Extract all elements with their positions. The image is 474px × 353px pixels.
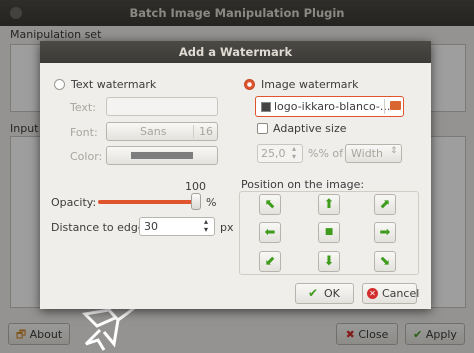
cancel-icon: ✕ <box>367 288 378 299</box>
ok-check-icon: ✔ <box>308 286 319 300</box>
font-size-divider <box>193 125 194 138</box>
position-bottom-button[interactable]: ⬇ <box>318 251 340 272</box>
arrow-up-left-icon: ⬉ <box>264 197 276 212</box>
arrow-down-icon: ⬇ <box>323 254 335 269</box>
color-label: Color: <box>70 150 103 163</box>
image-file-chooser[interactable]: logo-ikkaro-blanco-... <box>255 96 404 117</box>
ok-button[interactable]: ✔ OK <box>295 283 354 304</box>
opacity-unit: % <box>206 196 217 209</box>
percent-of-label: %% of <box>308 147 344 160</box>
image-watermark-radio[interactable] <box>244 79 255 90</box>
position-center-button[interactable]: ■ <box>318 222 340 243</box>
position-bottom-left-button[interactable]: ⬋ <box>259 251 281 272</box>
distance-label: Distance to edge: <box>51 221 149 234</box>
file-image-icon <box>261 102 271 112</box>
watermark-dialog: Add a Watermark Text watermark Text: Fon… <box>40 41 431 309</box>
dropdown-updown-icon: ⇕ <box>390 146 398 156</box>
distance-spin-input[interactable]: 30 ▴ ▾ <box>139 217 215 236</box>
font-label: Font: <box>70 126 98 139</box>
adaptive-size-checkbox[interactable] <box>257 123 268 134</box>
spin-down-icon[interactable]: ▾ <box>204 226 208 234</box>
folder-icon <box>390 101 401 110</box>
color-picker-button[interactable] <box>106 146 218 165</box>
color-swatch <box>131 152 193 159</box>
opacity-label: Opacity: <box>51 196 97 209</box>
text-watermark-radio[interactable] <box>54 79 65 90</box>
opacity-slider[interactable] <box>98 200 199 204</box>
image-watermark-label: Image watermark <box>261 78 359 91</box>
arrow-up-right-icon: ⬈ <box>379 197 391 212</box>
adaptive-size-label: Adaptive size <box>273 122 347 135</box>
dialog-title: Add a Watermark <box>40 41 431 63</box>
cancel-button[interactable]: ✕ Cancel <box>362 283 419 304</box>
arrow-up-icon: ⬆ <box>323 197 335 212</box>
position-bottom-right-button[interactable]: ⬊ <box>374 251 396 272</box>
distance-unit: px <box>220 221 234 234</box>
opacity-value: 100 <box>185 180 206 193</box>
opacity-slider-handle[interactable] <box>191 193 201 210</box>
position-top-left-button[interactable]: ⬉ <box>259 194 281 215</box>
position-label: Position on the image: <box>241 178 365 191</box>
position-top-button[interactable]: ⬆ <box>318 194 340 215</box>
opacity-slider-fill <box>98 200 199 204</box>
center-square-icon: ■ <box>324 227 334 237</box>
text-watermark-label: Text watermark <box>71 78 157 91</box>
file-chooser-divider <box>384 99 385 114</box>
position-top-right-button[interactable]: ⬈ <box>374 194 396 215</box>
dimension-select[interactable]: Width ⇕ <box>345 144 402 163</box>
spin-down-icon[interactable]: ▾ <box>292 153 296 161</box>
arrow-right-icon: ➡ <box>379 225 391 240</box>
text-label: Text: <box>70 101 96 114</box>
watermark-text-input[interactable] <box>106 97 218 116</box>
arrow-left-icon: ⬅ <box>264 225 276 240</box>
font-picker-button[interactable]: Sans 16 <box>106 122 218 141</box>
size-spin-input[interactable]: 25,0 ▴ ▾ <box>257 144 303 163</box>
position-left-button[interactable]: ⬅ <box>259 222 281 243</box>
position-right-button[interactable]: ➡ <box>374 222 396 243</box>
arrow-down-left-icon: ⬋ <box>264 254 276 269</box>
arrow-down-right-icon: ⬊ <box>379 254 391 269</box>
